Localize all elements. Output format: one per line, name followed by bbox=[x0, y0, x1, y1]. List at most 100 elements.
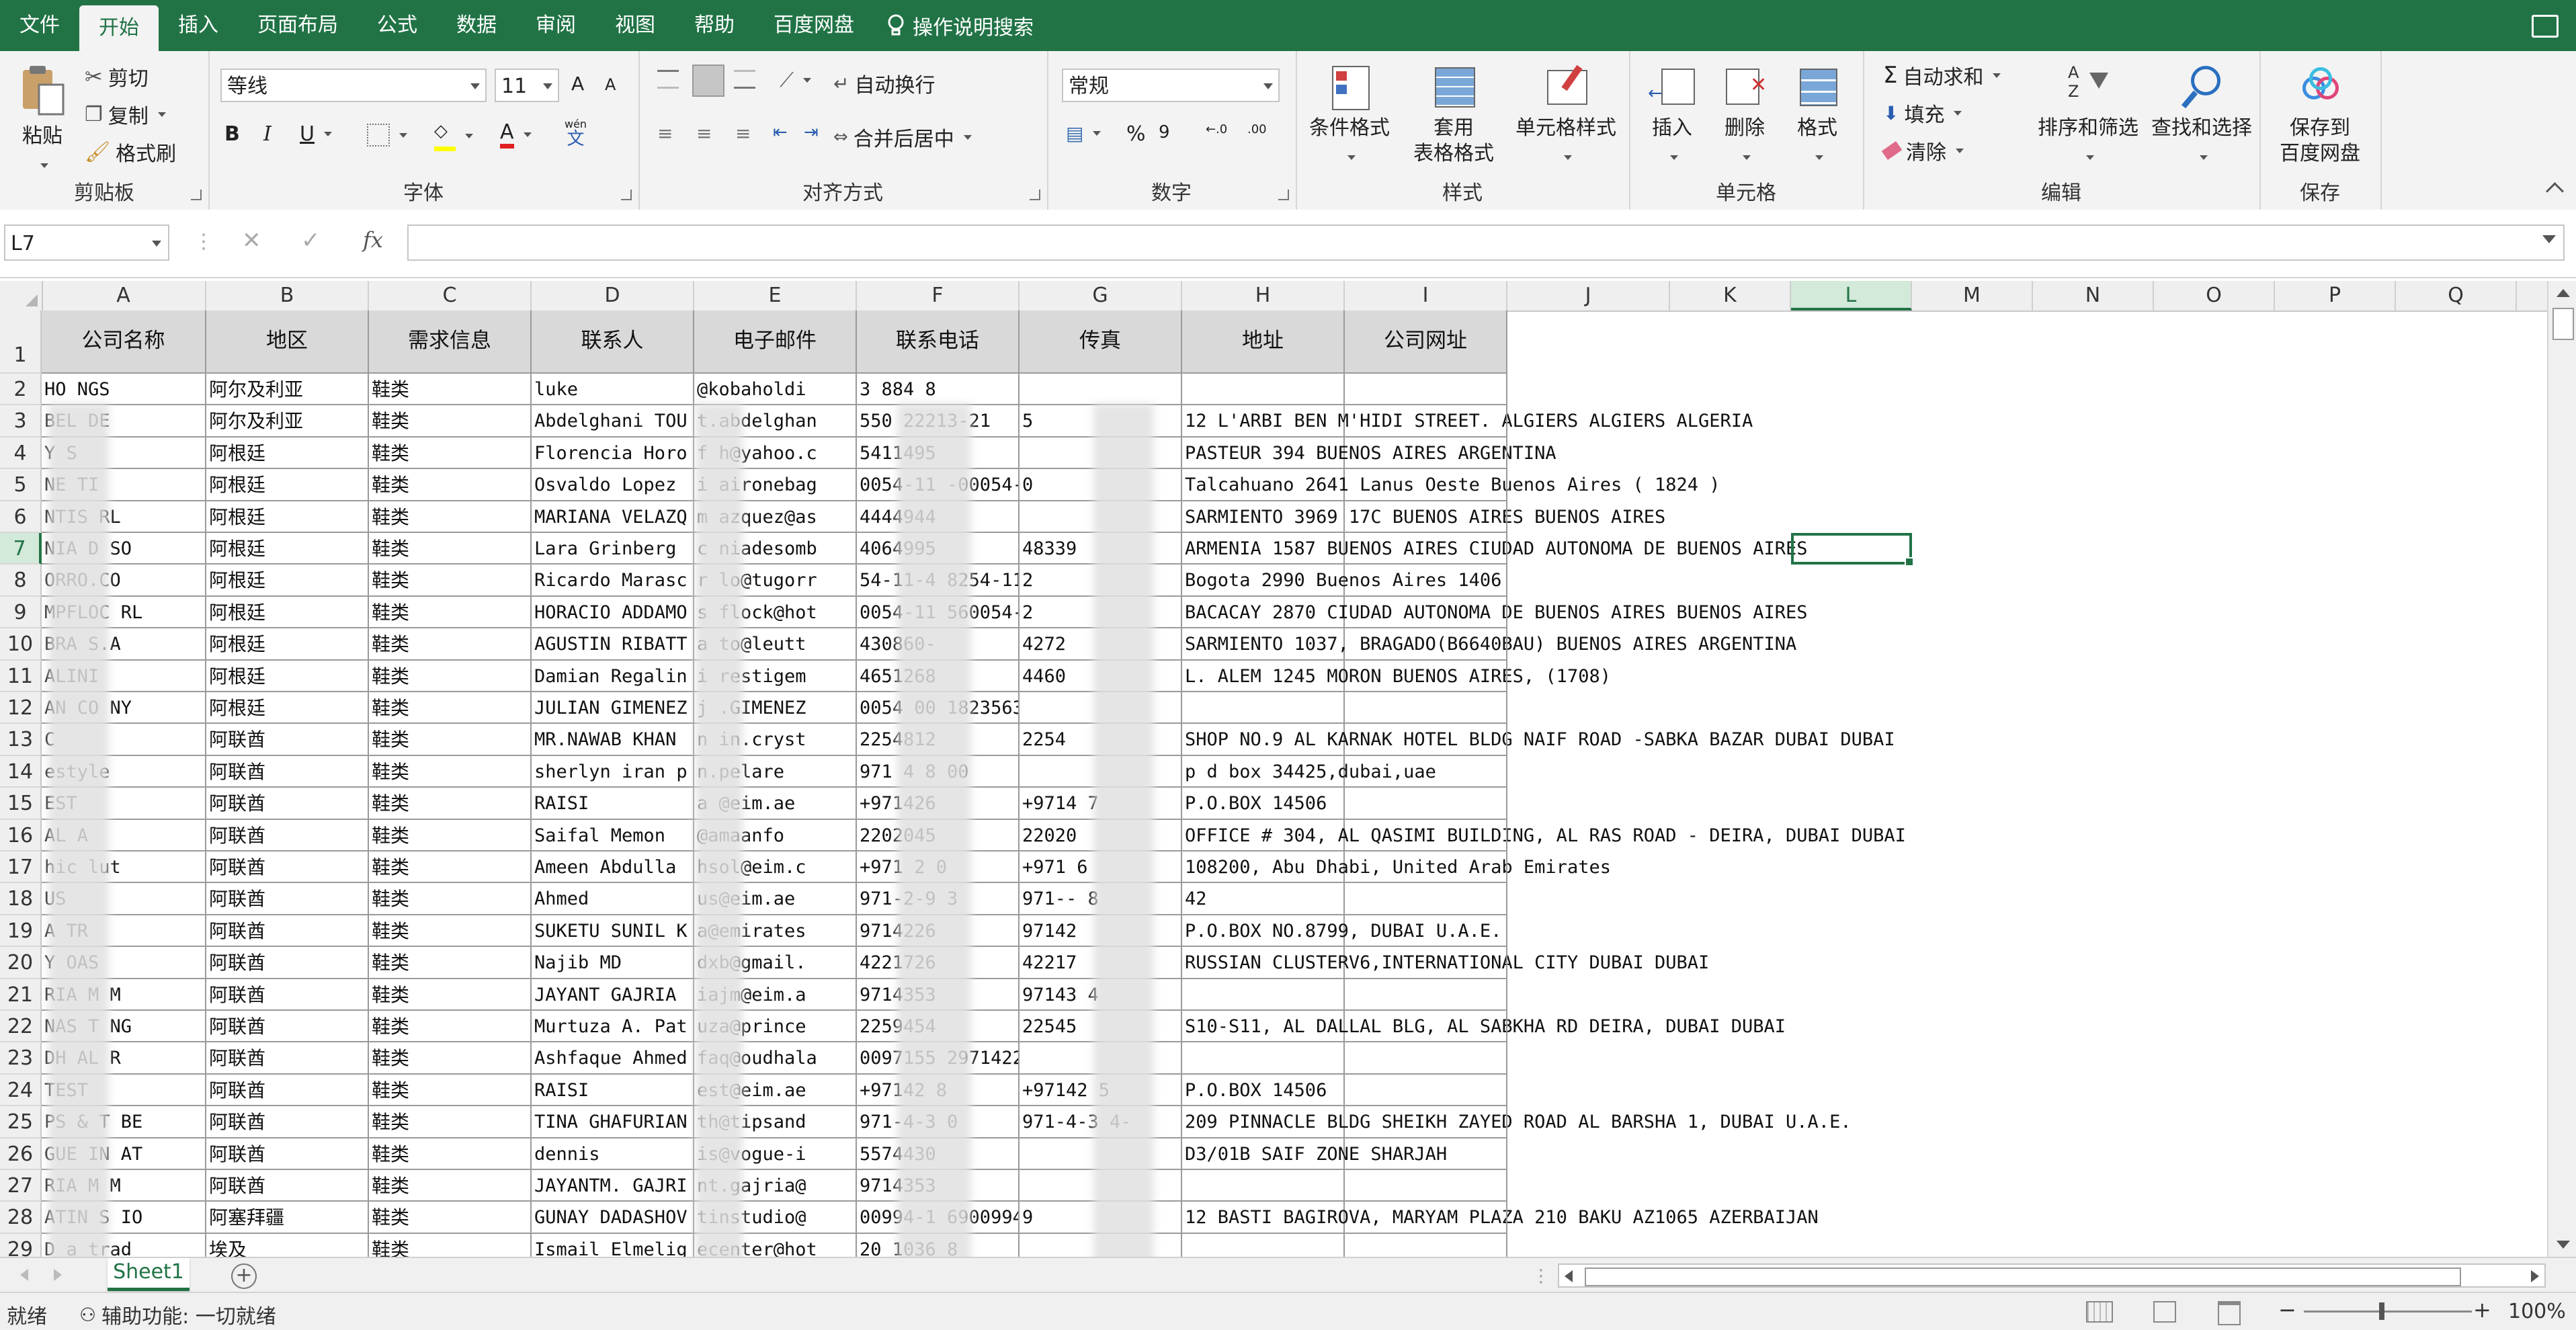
row-header[interactable]: 14 bbox=[0, 755, 42, 788]
cell-b[interactable]: 阿联酋 bbox=[206, 851, 369, 884]
row-header[interactable]: 19 bbox=[0, 915, 42, 948]
merge-center-button[interactable]: ⇔ 合并后居中 bbox=[833, 122, 972, 152]
phonetic-button[interactable]: wén 文 bbox=[565, 118, 587, 149]
column-header-b[interactable]: B bbox=[206, 281, 369, 310]
cell-i[interactable] bbox=[1345, 374, 1507, 406]
percent-button[interactable]: % bbox=[1126, 122, 1146, 146]
cell-c[interactable]: 鞋类 bbox=[369, 437, 532, 470]
cell-c[interactable]: 鞋类 bbox=[369, 405, 532, 438]
cut-button[interactable]: ✂ 剪切 bbox=[85, 62, 149, 91]
header-cell-i[interactable]: 公司网址 bbox=[1345, 310, 1507, 374]
cell-c[interactable]: 鞋类 bbox=[369, 1106, 532, 1138]
cell-d[interactable]: Ismail Elmelig bbox=[532, 1233, 694, 1257]
cell-b[interactable]: 阿联酋 bbox=[206, 1170, 369, 1202]
increase-decimal-button[interactable]: ←.0 bbox=[1206, 122, 1227, 136]
header-cell-c[interactable]: 需求信息 bbox=[369, 310, 532, 374]
cell-d[interactable]: Murtuza A. Pat bbox=[532, 1011, 694, 1043]
column-header-k[interactable]: K bbox=[1670, 281, 1791, 310]
paste-button[interactable]: 粘贴 bbox=[12, 63, 73, 175]
comment-icon[interactable] bbox=[2532, 15, 2559, 38]
menu-tab-7[interactable]: 视图 bbox=[595, 0, 675, 51]
row-header[interactable]: 12 bbox=[0, 692, 42, 724]
cell-h[interactable]: D3/01B SAIF ZONE SHARJAH bbox=[1182, 1138, 1447, 1170]
cell-i[interactable] bbox=[1345, 915, 1507, 948]
cancel-icon[interactable]: ✕ bbox=[242, 227, 261, 254]
autosum-button[interactable]: Σ 自动求和 bbox=[1883, 60, 2001, 90]
column-header-q[interactable]: Q bbox=[2396, 281, 2517, 310]
cell-h[interactable]: P.O.BOX 14506 bbox=[1182, 788, 1345, 820]
sort-filter-button[interactable]: AZ 排序和筛选 bbox=[2031, 63, 2145, 167]
column-header-o[interactable]: O bbox=[2154, 281, 2275, 310]
cell-h[interactable] bbox=[1182, 692, 1345, 724]
header-cell-b[interactable]: 地区 bbox=[206, 310, 369, 374]
number-format-combo[interactable]: 常规 bbox=[1062, 69, 1280, 102]
cell-i[interactable] bbox=[1345, 1042, 1507, 1075]
row-header[interactable]: 13 bbox=[0, 724, 42, 756]
cell-d[interactable]: luke bbox=[532, 374, 694, 406]
cell-h[interactable]: SHOP NO.9 AL KARNAK HOTEL BLDG NAIF ROAD… bbox=[1182, 724, 1895, 756]
row-header[interactable]: 3 bbox=[0, 405, 42, 438]
horizontal-scroll-thumb[interactable] bbox=[1585, 1267, 2461, 1286]
cell-b[interactable]: 阿根廷 bbox=[206, 628, 369, 661]
cell-c[interactable]: 鞋类 bbox=[369, 1138, 532, 1170]
cell-i[interactable] bbox=[1345, 883, 1507, 915]
cell-b[interactable]: 阿根廷 bbox=[206, 660, 369, 692]
column-header-h[interactable]: H bbox=[1182, 281, 1345, 310]
cell-h[interactable]: PASTEUR 394 BUENOS AIRES ARGENTINA bbox=[1182, 437, 1556, 470]
cell-h[interactable] bbox=[1182, 374, 1345, 406]
find-select-button[interactable]: 查找和选择 bbox=[2144, 63, 2259, 167]
align-top-button[interactable] bbox=[657, 70, 679, 89]
currency-button[interactable]: ▤ bbox=[1066, 122, 1102, 144]
collapse-ribbon-icon[interactable] bbox=[2546, 182, 2564, 200]
cell-h[interactable]: BACACAY 2870 CIUDAD AUTONOMA DE BUENOS A… bbox=[1182, 596, 1808, 629]
save-to-baidu-button[interactable]: 保存到 百度网盘 bbox=[2266, 63, 2374, 167]
cell-d[interactable]: Damian Regalin bbox=[532, 660, 694, 692]
decrease-indent-button[interactable]: ⇤ bbox=[773, 122, 788, 142]
format-cells-button[interactable]: 格式 bbox=[1784, 63, 1851, 167]
row-header[interactable]: 17 bbox=[0, 851, 42, 884]
cell-b[interactable]: 阿联酋 bbox=[206, 724, 369, 756]
cell-i[interactable] bbox=[1345, 1138, 1507, 1170]
cell-i[interactable] bbox=[1345, 1011, 1507, 1043]
cell-d[interactable]: MARIANA VELAZQ bbox=[532, 501, 694, 533]
cell-h[interactable]: 42 bbox=[1182, 883, 1345, 915]
delete-cells-button[interactable]: ✕ 删除 bbox=[1711, 63, 1778, 167]
fill-button[interactable]: ⬇ 填充 bbox=[1883, 98, 1962, 128]
align-center-button[interactable]: ≡ bbox=[696, 122, 712, 144]
cell-i[interactable] bbox=[1345, 469, 1507, 501]
accessibility-status[interactable]: ⚇ 辅助功能: 一切就绪 bbox=[79, 1300, 276, 1329]
cell-c[interactable]: 鞋类 bbox=[369, 596, 532, 629]
zoom-slider[interactable] bbox=[2304, 1311, 2472, 1313]
column-header-e[interactable]: E bbox=[694, 281, 857, 310]
cell-c[interactable]: 鞋类 bbox=[369, 755, 532, 788]
scroll-up-icon[interactable] bbox=[2557, 289, 2570, 297]
column-header-g[interactable]: G bbox=[1020, 281, 1182, 310]
enter-check-icon[interactable]: ✓ bbox=[301, 227, 321, 254]
cell-b[interactable]: 阿联酋 bbox=[206, 1074, 369, 1107]
decrease-decimal-button[interactable]: .00 bbox=[1247, 122, 1267, 136]
cell-c[interactable]: 鞋类 bbox=[369, 660, 532, 692]
align-middle-button[interactable] bbox=[692, 65, 724, 97]
column-header-c[interactable]: C bbox=[369, 281, 532, 310]
column-header-j[interactable]: J bbox=[1507, 281, 1670, 310]
cell-i[interactable] bbox=[1345, 692, 1507, 724]
cell-b[interactable]: 阿联酋 bbox=[206, 788, 369, 820]
row-header[interactable]: 10 bbox=[0, 628, 42, 661]
row-header[interactable]: 6 bbox=[0, 501, 42, 533]
cell-d[interactable]: Lara Grinberg bbox=[532, 533, 694, 565]
font-launcher-icon[interactable] bbox=[621, 190, 632, 200]
cell-i[interactable] bbox=[1345, 819, 1507, 851]
cell-d[interactable]: SUKETU SUNIL K bbox=[532, 915, 694, 948]
clear-button[interactable]: 清除 bbox=[1881, 136, 1964, 165]
cell-d[interactable]: Abdelghani TOU bbox=[532, 405, 694, 438]
cell-c[interactable]: 鞋类 bbox=[369, 851, 532, 884]
cell-d[interactable]: dennis bbox=[532, 1138, 694, 1170]
cell-c[interactable]: 鞋类 bbox=[369, 724, 532, 756]
cell-b[interactable]: 阿联酋 bbox=[206, 979, 369, 1011]
cell-b[interactable]: 阿联酋 bbox=[206, 883, 369, 915]
underline-button[interactable]: U bbox=[300, 122, 332, 146]
header-cell-e[interactable]: 电子邮件 bbox=[694, 310, 857, 374]
cell-i[interactable] bbox=[1345, 1106, 1507, 1138]
conditional-format-button[interactable]: 条件格式 bbox=[1304, 63, 1395, 167]
cell-c[interactable]: 鞋类 bbox=[369, 533, 532, 565]
